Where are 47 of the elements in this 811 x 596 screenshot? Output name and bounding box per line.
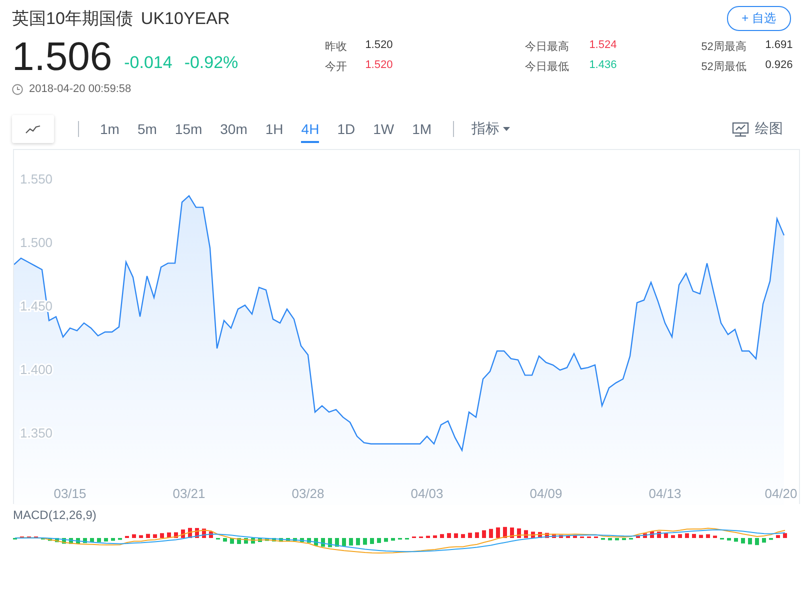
line-chart-icon [25, 124, 41, 134]
y-axis-label: 1.350 [20, 426, 53, 441]
monitor-chart-icon [732, 122, 749, 136]
stat-value: 1.691 [765, 39, 793, 53]
stat-value: 1.520 [365, 39, 393, 53]
caret-icon [502, 127, 510, 131]
stat-label: 今日最低 [525, 60, 570, 74]
macd-label: MACD(12,26,9) [13, 507, 96, 522]
x-axis-label: 04/13 [648, 486, 682, 501]
indicator-menu[interactable]: 指标 [472, 120, 510, 138]
stat-label: 昨收 [325, 40, 348, 54]
timestamp: 2018-04-20 00:59:58 [29, 83, 132, 95]
stat-value: 1.524 [589, 39, 617, 53]
price: 1.506 [12, 35, 112, 79]
stat-label: 52周最低 [701, 60, 748, 74]
interval-tab[interactable]: 1W [373, 115, 394, 143]
watchlist-button[interactable]: + 自选 [726, 6, 791, 31]
interval-tab[interactable]: 1M [412, 115, 432, 143]
x-axis-label: 03/15 [54, 486, 86, 501]
interval-tab[interactable]: 5m [137, 115, 157, 143]
interval-tab[interactable]: 30m [220, 115, 248, 143]
y-axis-label: 1.550 [20, 171, 53, 186]
x-axis-label: 03/21 [172, 486, 206, 501]
chart-type-button[interactable] [12, 115, 54, 143]
x-axis-label: 04/03 [410, 486, 444, 501]
stat-label: 今日最高 [525, 40, 570, 54]
stat-value: 0.926 [765, 59, 793, 73]
price-change: -0.014 [124, 53, 172, 73]
clock-icon [12, 84, 23, 94]
bond-title: 英国10年期国债 [12, 9, 133, 28]
interval-tab[interactable]: 1H [265, 115, 284, 143]
stat-label: 52周最高 [701, 40, 748, 54]
bond-code: UK10YEAR [140, 9, 230, 28]
price-change-percent: -0.92% [184, 53, 238, 73]
y-axis-label: 1.500 [20, 234, 53, 250]
interval-tab[interactable]: 15m [174, 115, 202, 143]
y-axis-label: 1.400 [20, 362, 53, 378]
stat-value: 1.436 [589, 59, 617, 73]
stat-value: 1.520 [365, 59, 393, 73]
draw-button[interactable]: 绘图 [732, 120, 783, 138]
x-axis-label: 04/20 [764, 486, 798, 501]
x-axis-label: 04/09 [530, 486, 562, 501]
interval-tab[interactable]: 1m [100, 115, 120, 143]
interval-tab[interactable]: 1D [337, 115, 356, 143]
interval-tab[interactable]: 4H [301, 115, 320, 143]
stat-label: 今开 [325, 60, 348, 74]
x-axis-label: 03/28 [292, 486, 324, 501]
